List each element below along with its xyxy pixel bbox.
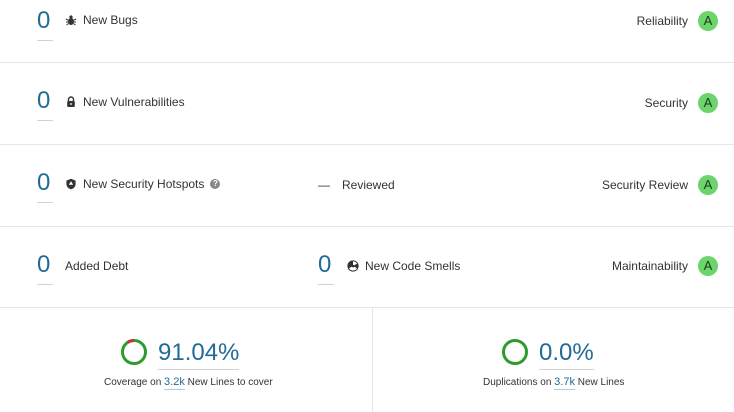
code-smell-icon [347, 260, 359, 272]
maintainability-row: 0 Added Debt 0 New Code Smells Maintaina… [0, 226, 734, 308]
security-review-rating-badge[interactable]: A [698, 175, 718, 195]
new-bugs-label: New Bugs [83, 13, 138, 27]
coverage-lines-link[interactable]: 3.2k [164, 376, 185, 390]
help-icon[interactable]: ? [210, 179, 221, 189]
reviewed-value[interactable]: — [318, 178, 330, 192]
shield-icon [65, 178, 77, 190]
added-debt-label-group: Added Debt [65, 259, 128, 273]
duplications-caption: Duplications on 3.7k New Lines [483, 376, 625, 390]
vulnerabilities-row: 0 New Vulnerabilities Security A [0, 62, 734, 145]
coverage-duplications-section [0, 307, 734, 412]
new-hotspots-value[interactable]: 0 [37, 170, 53, 203]
bug-icon [65, 14, 77, 26]
reliability-label: Reliability [636, 14, 688, 28]
new-vulnerabilities-label: New Vulnerabilities [83, 95, 185, 109]
added-debt-value[interactable]: 0 [37, 252, 53, 285]
reviewed-label: Reviewed [342, 178, 395, 192]
coverage-caption-suffix: New Lines to cover [187, 377, 273, 388]
maintainability-rating-badge[interactable]: A [698, 256, 718, 276]
new-bugs-label-group: New Bugs [65, 13, 138, 27]
new-code-measures-panel: 0 New Bugs Reliability A 0 New Vulnerabi… [0, 0, 734, 412]
duplications-caption-prefix: Duplications on [483, 377, 552, 388]
lock-icon [65, 96, 77, 108]
new-code-smells-label: New Code Smells [365, 259, 461, 273]
security-rating-group: Security A [645, 93, 718, 113]
reviewed-group: — Reviewed [318, 178, 395, 192]
bugs-row: 0 New Bugs Reliability A [0, 0, 734, 63]
duplications-caption-suffix: New Lines [577, 377, 625, 388]
duplications-lines-link[interactable]: 3.7k [554, 376, 575, 390]
duplications-metric: 0.0% [501, 338, 594, 371]
reliability-rating-badge[interactable]: A [698, 11, 718, 31]
section-divider [372, 307, 373, 412]
security-review-rating-group: Security Review A [602, 175, 718, 195]
new-hotspots-label-group: New Security Hotspots ? [65, 177, 221, 191]
new-code-smells-value[interactable]: 0 [318, 252, 334, 285]
security-label: Security [644, 96, 688, 110]
duplications-donut-icon [501, 338, 529, 371]
new-vulnerabilities-label-group: New Vulnerabilities [65, 95, 185, 109]
added-debt-label: Added Debt [65, 259, 129, 273]
coverage-metric: 91.04% [120, 338, 240, 371]
security-review-label: Security Review [601, 178, 688, 192]
maintainability-label: Maintainability [611, 259, 688, 273]
new-vulnerabilities-value[interactable]: 0 [37, 88, 53, 121]
coverage-caption: Coverage on 3.2k New Lines to cover [104, 376, 273, 390]
security-rating-badge[interactable]: A [698, 93, 718, 113]
hotspots-row: 0 New Security Hotspots ? — Reviewed Sec… [0, 144, 734, 227]
new-code-smells-label-group: New Code Smells [347, 259, 460, 273]
new-hotspots-label: New Security Hotspots [83, 177, 205, 191]
coverage-value[interactable]: 91.04% [158, 339, 240, 370]
maintainability-rating-group: Maintainability A [612, 256, 718, 276]
coverage-caption-prefix: Coverage on [104, 377, 162, 388]
duplications-value[interactable]: 0.0% [539, 339, 594, 370]
reliability-rating-group: Reliability A [637, 11, 718, 31]
coverage-donut-icon [120, 338, 148, 371]
new-bugs-value[interactable]: 0 [37, 8, 53, 41]
